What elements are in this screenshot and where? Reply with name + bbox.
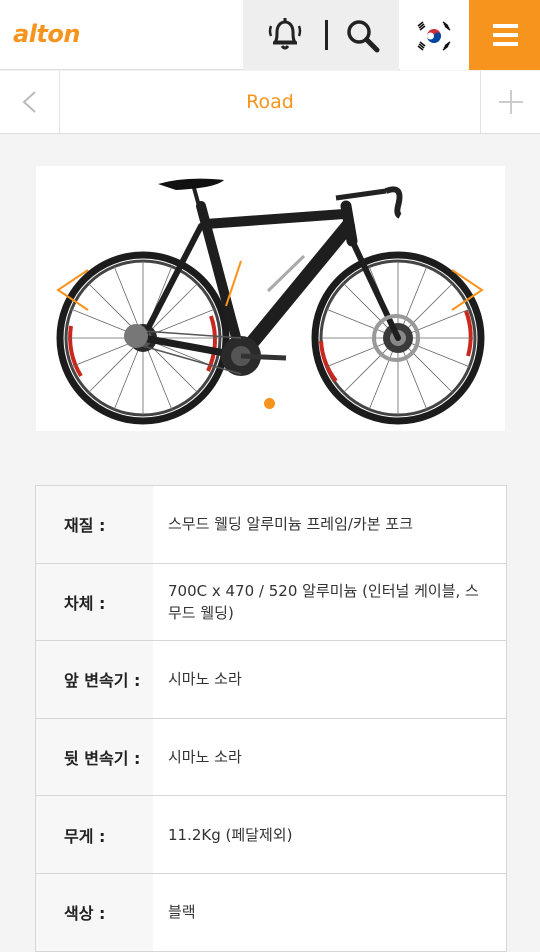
category-title: Road [246,91,294,113]
plus-icon [499,90,523,114]
search-icon [347,20,380,53]
spec-label: 앞 변속기 : [36,641,153,718]
chevron-right-icon [451,269,484,311]
spec-row-front-derailleur: 앞 변속기 : 시마노 소라 [36,641,506,719]
spec-row-material: 재질 : 스무드 웰딩 알루미늄 프레임/카본 포크 [36,486,506,564]
hamburger-menu-icon [493,42,518,46]
header-divider [325,20,328,50]
chevron-left-icon [22,91,36,113]
alton-logo[interactable]: alton [13,20,80,48]
spec-label: 색상 : [36,873,153,951]
road-bicycle-photo [56,178,485,425]
spec-row-color: 색상 : 블랙 [36,873,506,952]
spec-row-frame: 차체 : 700C x 470 / 520 알루미늄 (인터널 케이블, 스무드… [36,563,506,642]
add-button[interactable] [480,71,540,133]
product-gallery [36,166,505,431]
gallery-pagination-dot[interactable] [264,398,275,409]
app-header: alton [0,0,540,70]
language-button[interactable] [400,0,468,70]
chevron-left-icon [56,269,89,311]
spec-label: 뒷 변속기 : [36,718,153,796]
spec-label: 재질 : [36,486,153,563]
spec-row-weight: 무게 : 11.2Kg (페달제외) [36,796,506,874]
spec-value: 11.2Kg (페달제외) [168,825,293,844]
header-tools [243,0,399,70]
spec-label: 차체 : [36,563,153,641]
spec-label: 무게 : [36,796,153,873]
bell-icon [268,18,302,50]
menu-button[interactable] [469,0,540,70]
spec-value: 시마노 소라 [168,670,242,689]
search-button[interactable] [345,18,381,54]
spec-value: 스무드 웰딩 알루미늄 프레임/카본 포크 [168,515,413,534]
category-nav: Road [0,71,540,134]
hamburger-menu-icon [493,33,518,37]
korea-flag-icon [416,20,452,52]
gallery-next-button[interactable] [446,266,486,314]
spec-row-rear-derailleur: 뒷 변속기 : 시마노 소라 [36,718,506,797]
spec-value: 700C x 470 / 520 알루미늄 (인터널 케이블, 스무드 웰딩) [168,581,479,622]
spec-table: 재질 : 스무드 웰딩 알루미늄 프레임/카본 포크 차체 : 700C x 4… [35,485,507,952]
gallery-prev-button[interactable] [54,266,94,314]
spec-value: 블랙 [168,903,196,922]
hamburger-menu-icon [493,24,518,28]
spec-value: 시마노 소라 [168,748,242,767]
notification-button[interactable] [265,16,305,54]
back-button[interactable] [0,71,60,133]
